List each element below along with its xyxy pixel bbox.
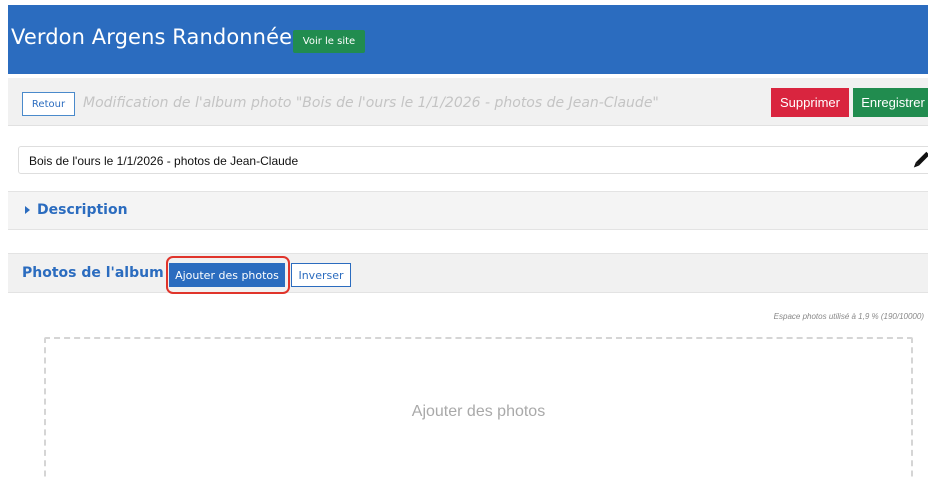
action-bar: Retour Modification de l'album photo "Bo… bbox=[8, 78, 928, 126]
page-heading: Modification de l'album photo "Bois de l… bbox=[83, 95, 659, 111]
invert-button[interactable]: Inverser bbox=[291, 263, 351, 287]
description-label[interactable]: Description bbox=[37, 202, 128, 218]
site-title: Verdon Argens Randonnée bbox=[11, 25, 293, 49]
site-header: Verdon Argens Randonnée Voir le site bbox=[8, 5, 928, 74]
caret-right-icon[interactable] bbox=[25, 206, 30, 214]
description-section[interactable]: Description bbox=[8, 191, 928, 230]
delete-button[interactable]: Supprimer bbox=[771, 88, 849, 117]
photos-section-label: Photos de l'album bbox=[22, 265, 164, 281]
photo-dropzone[interactable]: Ajouter des photos bbox=[44, 337, 913, 479]
page: Verdon Argens Randonnée Voir le site Ret… bbox=[0, 0, 928, 479]
photos-section: Photos de l'album Ajouter des photos Inv… bbox=[8, 253, 928, 294]
album-title-field[interactable]: Bois de l'ours le 1/1/2026 - photos de J… bbox=[18, 146, 928, 174]
save-button[interactable]: Enregistrer bbox=[853, 88, 928, 117]
album-title-value: Bois de l'ours le 1/1/2026 - photos de J… bbox=[29, 154, 299, 168]
visit-site-button[interactable]: Voir le site bbox=[293, 30, 365, 53]
pencil-icon[interactable] bbox=[910, 151, 928, 171]
dropzone-label: Ajouter des photos bbox=[411, 403, 546, 420]
storage-usage-text: Espace photos utilisé à 1,9 % (190/10000… bbox=[773, 312, 924, 321]
add-photos-button[interactable]: Ajouter des photos bbox=[169, 263, 285, 287]
back-button[interactable]: Retour bbox=[22, 92, 75, 116]
